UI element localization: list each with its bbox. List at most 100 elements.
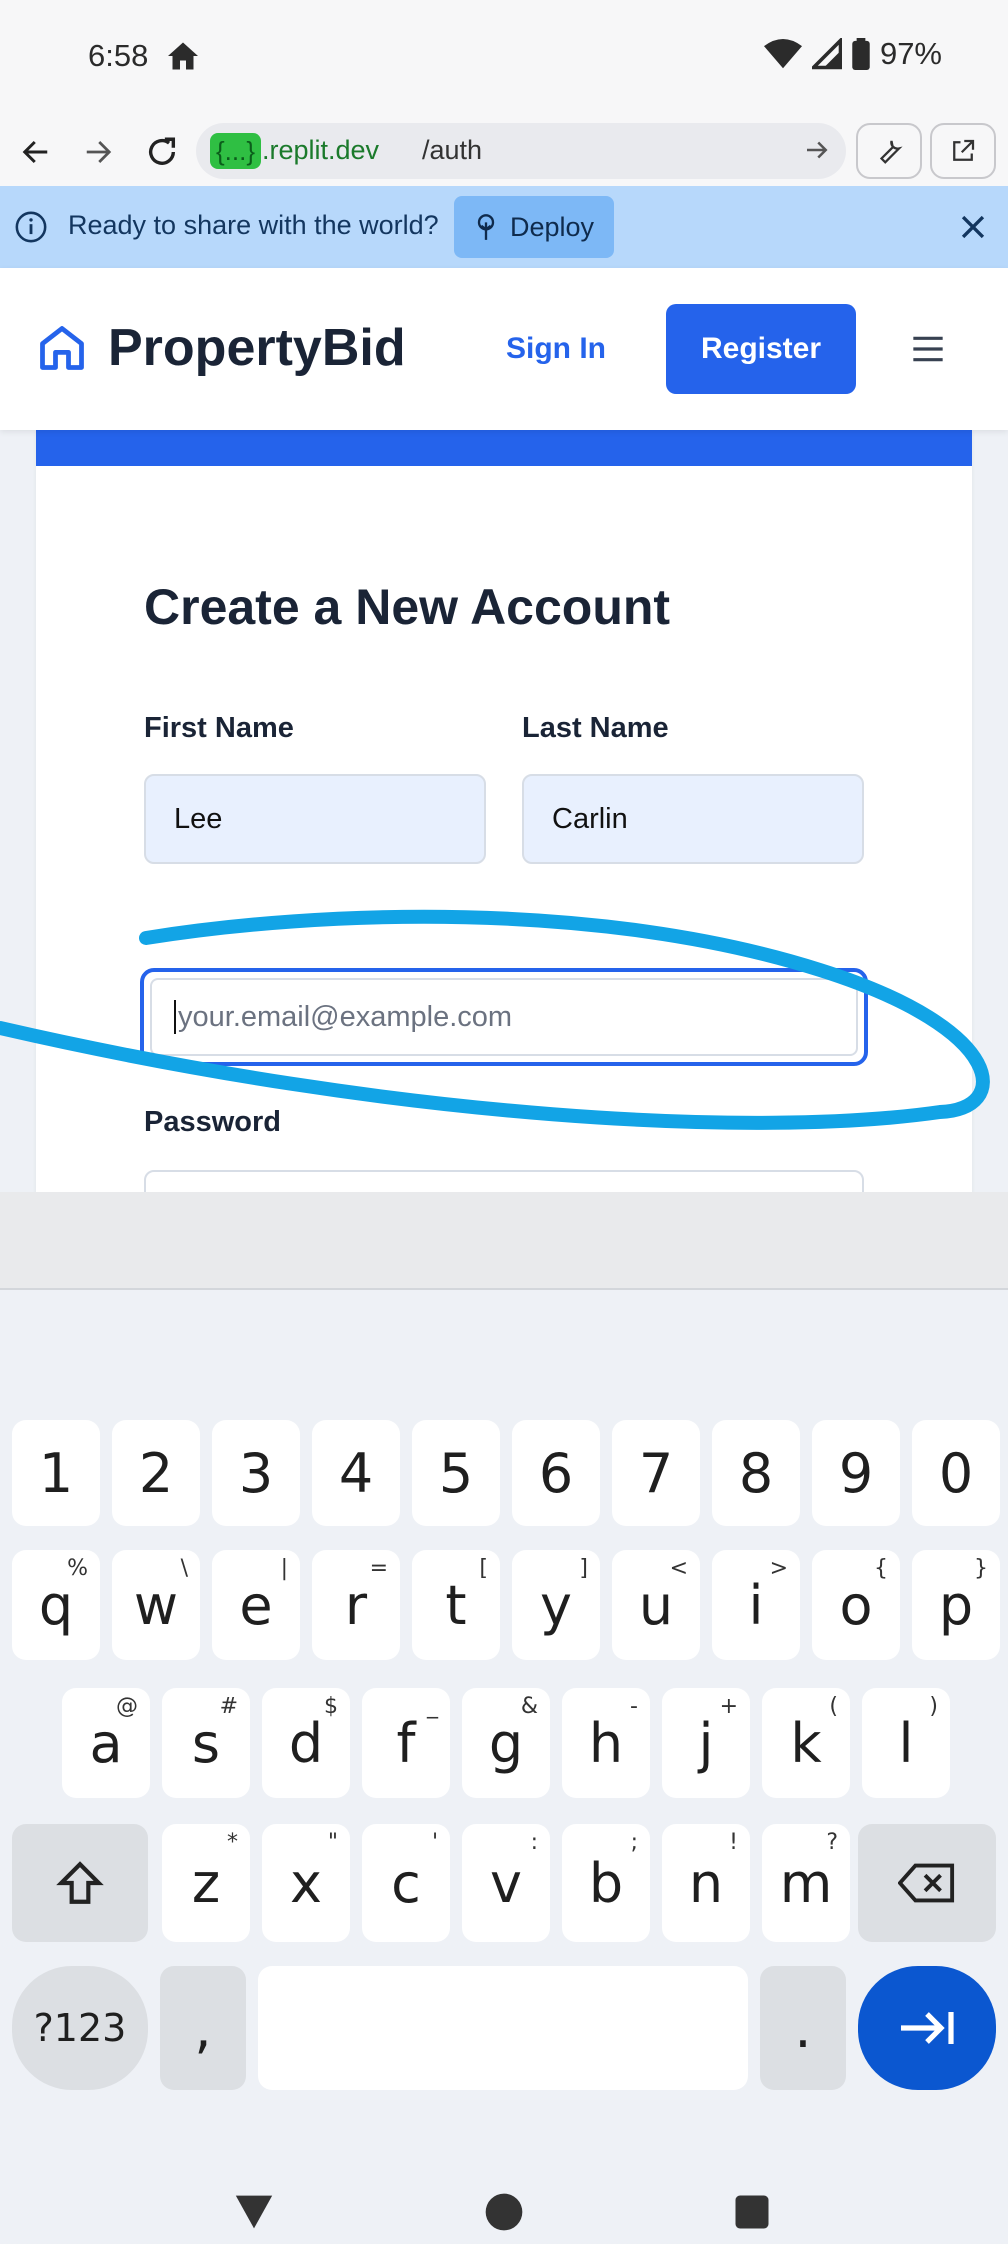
- key-label: h: [588, 1711, 624, 1775]
- space-key[interactable]: [258, 1966, 748, 2090]
- key-hint: [: [479, 1556, 488, 1581]
- arrow-right-icon: [86, 141, 112, 163]
- key-t[interactable]: t[: [412, 1550, 500, 1660]
- card-accent-bar: [36, 430, 972, 466]
- key-9[interactable]: 9: [812, 1420, 900, 1526]
- deploy-label: Deploy: [510, 211, 595, 242]
- key-o[interactable]: o{: [812, 1550, 900, 1660]
- key-i[interactable]: i >: [712, 1550, 800, 1660]
- key-q[interactable]: q%: [12, 1550, 100, 1660]
- key-l[interactable]: l): [862, 1688, 950, 1798]
- password-field[interactable]: [144, 1170, 864, 1192]
- key-label: x: [290, 1851, 322, 1915]
- email-field[interactable]: your.email@example.com: [140, 968, 868, 1066]
- key-n[interactable]: n!: [662, 1824, 750, 1942]
- first-name-label: First Name: [144, 712, 294, 744]
- url-domain-badge: {...}: [210, 133, 262, 169]
- key-label: o: [839, 1573, 873, 1637]
- house-logo-icon: [40, 326, 84, 370]
- key-s[interactable]: s #: [162, 1688, 250, 1798]
- key-d[interactable]: d $: [262, 1688, 350, 1798]
- status-indicators: 97%: [763, 36, 942, 72]
- back-triangle-icon[interactable]: [232, 2192, 276, 2232]
- key-p[interactable]: p}: [912, 1550, 1000, 1660]
- forward-button[interactable]: [76, 130, 120, 174]
- shift-icon: [56, 1861, 104, 1904]
- key-hint: }: [974, 1556, 988, 1581]
- key-label: b: [588, 1851, 624, 1915]
- email-placeholder: your.email@example.com: [178, 1000, 513, 1033]
- tab-next-icon: [901, 2012, 954, 2044]
- back-button[interactable]: [14, 130, 58, 174]
- key-c[interactable]: c ': [362, 1824, 450, 1942]
- arrow-left-icon: [22, 140, 48, 164]
- recents-square-icon[interactable]: [734, 2194, 770, 2230]
- key-z[interactable]: z *: [162, 1824, 250, 1942]
- key-label: 6: [538, 1441, 574, 1505]
- key-label: e: [239, 1573, 273, 1637]
- key-m[interactable]: m?: [762, 1824, 850, 1942]
- key-4[interactable]: 4: [312, 1420, 400, 1526]
- key-g[interactable]: g &: [462, 1688, 550, 1798]
- key-j[interactable]: j +: [662, 1688, 750, 1798]
- browser-toolbar: {...} .replit.dev /auth: [0, 116, 1008, 186]
- key-u[interactable]: u <: [612, 1550, 700, 1660]
- sign-in-link[interactable]: Sign In: [506, 332, 606, 366]
- key-0[interactable]: 0: [912, 1420, 1000, 1526]
- register-button[interactable]: Register: [666, 304, 856, 394]
- key-hint: ;: [630, 1830, 638, 1855]
- key-b[interactable]: b;: [562, 1824, 650, 1942]
- first-name-field[interactable]: Lee: [144, 774, 486, 864]
- key-3[interactable]: 3: [212, 1420, 300, 1526]
- key-label: t: [445, 1573, 467, 1637]
- key-2[interactable]: 2: [112, 1420, 200, 1526]
- devtools-button[interactable]: [856, 123, 922, 179]
- key-label: 2: [138, 1441, 174, 1505]
- symbols-key[interactable]: ?123: [12, 1966, 148, 2090]
- info-icon: [15, 211, 47, 243]
- key-7[interactable]: 7: [612, 1420, 700, 1526]
- backspace-key[interactable]: [858, 1824, 996, 1942]
- next-key[interactable]: [858, 1966, 996, 2090]
- url-field[interactable]: {...} .replit.dev /auth: [196, 123, 846, 179]
- comma-key[interactable]: ,: [160, 1966, 246, 2090]
- key-label: v: [490, 1851, 522, 1915]
- hamburger-menu-icon[interactable]: [912, 334, 944, 364]
- deploy-button[interactable]: Deploy: [454, 196, 614, 258]
- key-1[interactable]: 1: [12, 1420, 100, 1526]
- key-hint: #: [219, 1694, 238, 1719]
- key-k[interactable]: k(: [762, 1688, 850, 1798]
- shift-key[interactable]: [12, 1824, 148, 1942]
- key-hint: ]: [579, 1556, 588, 1581]
- key-hint: !: [729, 1830, 738, 1855]
- key-6[interactable]: 6: [512, 1420, 600, 1526]
- key-h[interactable]: h-: [562, 1688, 650, 1798]
- key-a[interactable]: a @: [62, 1688, 150, 1798]
- key-v[interactable]: v:: [462, 1824, 550, 1942]
- key-y[interactable]: y]: [512, 1550, 600, 1660]
- key-hint: |: [280, 1556, 288, 1581]
- on-screen-keyboard: ?123 , . 1 2 3 4 5 6 7 8 9 0 q% w \ e | r = t[y] u < i > o{p} a…: [0, 1290, 1008, 2100]
- key-hint: +: [719, 1694, 738, 1719]
- brand-name[interactable]: PropertyBid: [108, 318, 406, 378]
- key-w[interactable]: w \: [112, 1550, 200, 1660]
- wrench-icon: [879, 140, 903, 164]
- key-8[interactable]: 8: [712, 1420, 800, 1526]
- key-r[interactable]: r =: [312, 1550, 400, 1660]
- key-x[interactable]: x ": [262, 1824, 350, 1942]
- key-label: r: [344, 1573, 368, 1637]
- key-f[interactable]: f _: [362, 1688, 450, 1798]
- home-circle-icon[interactable]: [484, 2192, 524, 2232]
- key-hint: ): [929, 1694, 938, 1719]
- key-5[interactable]: 5: [412, 1420, 500, 1526]
- reload-button[interactable]: [140, 130, 184, 174]
- last-name-field[interactable]: Carlin: [522, 774, 864, 864]
- open-external-button[interactable]: [930, 123, 996, 179]
- go-arrow-icon[interactable]: [802, 135, 832, 165]
- key-hint: {: [874, 1556, 888, 1581]
- close-icon[interactable]: [956, 210, 990, 244]
- key-e[interactable]: e |: [212, 1550, 300, 1660]
- key-hint: (: [829, 1694, 838, 1719]
- key-label: y: [540, 1573, 572, 1637]
- period-key[interactable]: .: [760, 1966, 846, 2090]
